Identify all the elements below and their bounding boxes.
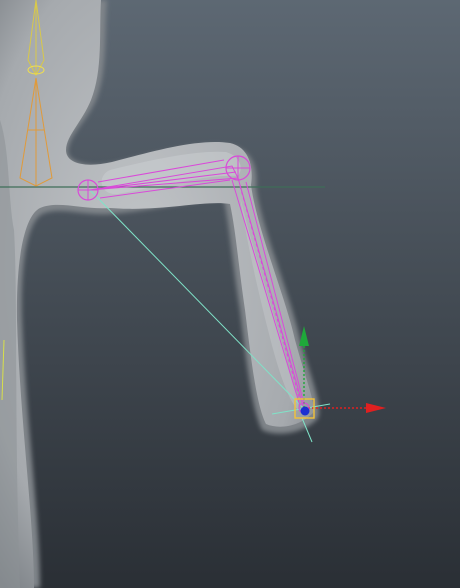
shoulder-joint[interactable] [77,179,99,201]
move-z-axis-handle[interactable] [300,406,310,416]
elbow-joint[interactable] [225,155,251,181]
viewport-canvas[interactable] [0,0,460,588]
maya-viewport[interactable] [0,0,460,588]
